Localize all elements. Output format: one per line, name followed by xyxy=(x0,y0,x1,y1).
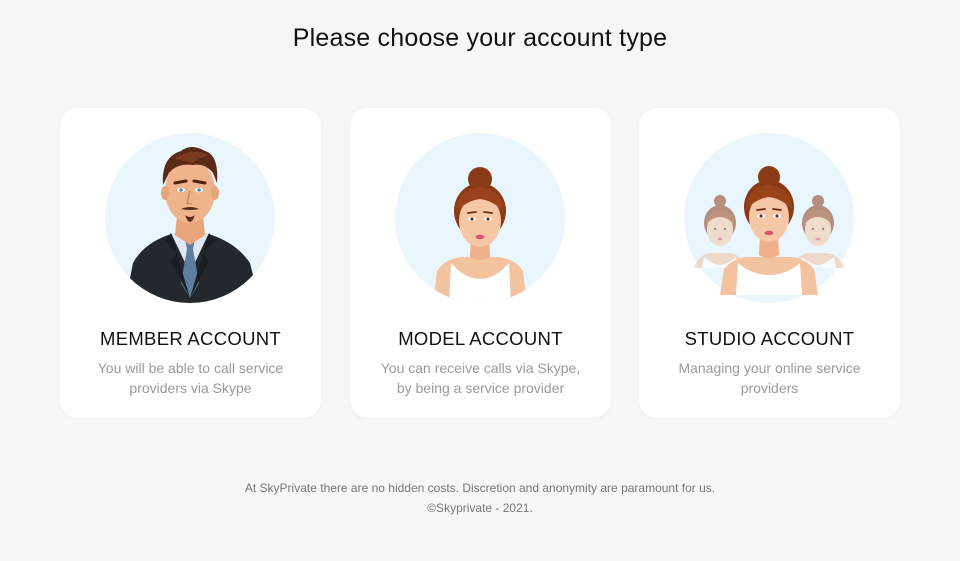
footer-disclaimer: At SkyPrivate there are no hidden costs.… xyxy=(244,481,716,495)
group-avatar-icon xyxy=(684,133,854,303)
model-account-title: MODEL ACCOUNT xyxy=(398,328,563,349)
studio-account-description: Managing your online service providers xyxy=(678,360,861,396)
member-account-description: You will be able to call service provide… xyxy=(97,360,284,396)
woman-avatar-icon xyxy=(395,133,565,303)
studio-account-title: STUDIO ACCOUNT xyxy=(684,328,855,349)
studio-account-card[interactable]: STUDIO ACCOUNT Managing your online serv… xyxy=(639,108,900,418)
model-account-description: You can receive calls via Skype, by bein… xyxy=(380,360,581,396)
member-account-card[interactable]: MEMBER ACCOUNT You will be able to call … xyxy=(60,108,321,418)
account-cards: MEMBER ACCOUNT You will be able to call … xyxy=(60,108,900,418)
page-title: Please choose your account type xyxy=(292,24,668,52)
member-account-title: MEMBER ACCOUNT xyxy=(100,328,281,349)
model-account-card[interactable]: MODEL ACCOUNT You can receive calls via … xyxy=(350,108,611,418)
man-avatar-icon xyxy=(105,133,275,303)
footer-copyright: ©Skyprivate - 2021. xyxy=(427,501,533,515)
account-type-page: Please choose your account type MEMBER A… xyxy=(0,0,960,561)
footer: At SkyPrivate there are no hidden costs.… xyxy=(0,478,960,518)
